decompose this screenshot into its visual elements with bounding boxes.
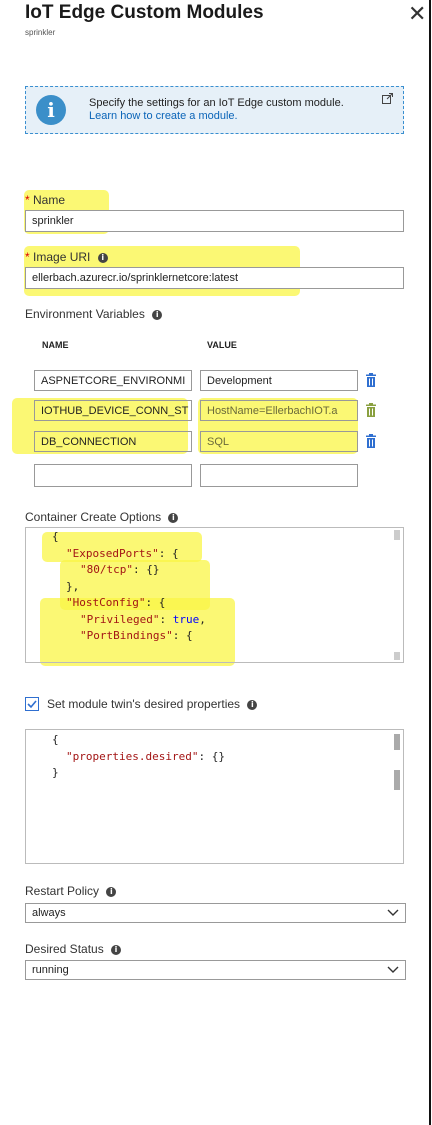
twin-checkbox-label-text: Set module twin's desired properties	[47, 697, 241, 711]
code-line: "PortBindings": {	[80, 629, 193, 642]
json-punct: {	[52, 733, 59, 746]
info-text: Specify the settings for an IoT Edge cus…	[89, 97, 344, 123]
trash-icon[interactable]	[365, 434, 377, 448]
json-punct: :	[159, 612, 173, 626]
json-punct: : {	[158, 546, 179, 560]
json-key: "80/tcp"	[80, 563, 133, 576]
name-input[interactable]: sprinkler	[25, 210, 404, 232]
required-mark: *	[25, 250, 30, 264]
json-key: "ExposedPorts"	[66, 546, 159, 560]
code-line: "80/tcp": {}	[80, 563, 159, 576]
code-line: {	[52, 530, 59, 543]
json-punct: : {	[145, 596, 166, 609]
env-value-input[interactable]: Development	[200, 370, 358, 391]
restart-policy-value: always	[32, 907, 66, 919]
env-vars-label: Environment Variables i	[25, 307, 163, 321]
env-value-input[interactable]: HostName=EllerbachIOT.a	[200, 400, 358, 421]
checkmark-icon	[27, 700, 37, 709]
json-punct: : {}	[132, 563, 160, 576]
env-value-input[interactable]: SQL	[200, 431, 358, 452]
twin-checkbox-label: Set module twin's desired properties i	[47, 697, 258, 711]
info-tooltip-icon[interactable]: i	[106, 886, 117, 897]
info-icon: i	[36, 95, 66, 125]
json-punct: : {}	[198, 749, 225, 763]
restart-policy-select[interactable]: always	[25, 903, 406, 923]
env-name-input[interactable]: ASPNETCORE_ENVIRONMI	[34, 370, 192, 391]
json-key: "HostConfig"	[66, 596, 146, 609]
container-options-label-text: Container Create Options	[25, 510, 162, 524]
info-tooltip-icon[interactable]: i	[97, 252, 108, 263]
editor-scrollbar-thumb[interactable]	[394, 770, 400, 790]
json-punct: ,	[199, 612, 206, 626]
code-line: "HostConfig": {	[66, 596, 165, 609]
info-tooltip-icon[interactable]: i	[152, 309, 163, 320]
name-label-text: Name	[33, 193, 66, 207]
blade-title: IoT Edge Custom Modules	[25, 2, 264, 23]
required-mark: *	[25, 193, 30, 207]
json-key: "properties.desired"	[66, 749, 199, 763]
info-description: Specify the settings for an IoT Edge cus…	[89, 97, 344, 109]
container-options-label: Container Create Options i	[25, 510, 179, 524]
code-line: {	[52, 733, 59, 746]
blade-right-border	[429, 0, 431, 1125]
learn-more-link[interactable]: Learn how to create a module.	[89, 110, 344, 123]
external-link-icon[interactable]	[382, 93, 393, 104]
restart-policy-label: Restart Policy i	[25, 884, 117, 898]
info-banner: i Specify the settings for an IoT Edge c…	[25, 86, 404, 134]
json-key: "Privileged"	[80, 612, 160, 626]
json-punct: },	[66, 579, 80, 593]
chevron-down-icon	[387, 966, 399, 973]
env-col-name: NAME	[42, 340, 69, 350]
env-name-input[interactable]: IOTHUB_DEVICE_CONN_ST	[34, 400, 192, 421]
info-tooltip-icon[interactable]: i	[111, 944, 122, 955]
desired-status-value: running	[32, 964, 69, 976]
image-uri-input[interactable]: ellerbach.azurecr.io/sprinklernetcore:la…	[25, 267, 404, 289]
info-tooltip-icon[interactable]: i	[168, 512, 179, 523]
json-punct: }	[52, 766, 59, 779]
trash-icon[interactable]	[365, 403, 377, 417]
code-line: }	[52, 766, 59, 779]
env-col-value: VALUE	[207, 340, 237, 350]
code-line: },	[66, 580, 79, 593]
code-line: "ExposedPorts": {	[66, 547, 179, 560]
desired-status-select[interactable]: running	[25, 960, 406, 980]
code-line: "Privileged": true,	[80, 613, 206, 626]
image-uri-label-text: Image URI	[33, 250, 91, 264]
env-name-input[interactable]: DB_CONNECTION	[34, 431, 192, 452]
blade-subtitle: sprinkler	[25, 28, 56, 37]
env-name-input-empty[interactable]	[34, 464, 192, 487]
json-key: "PortBindings"	[80, 629, 173, 642]
image-uri-label: * Image URI i	[25, 250, 108, 264]
json-punct: : {	[172, 629, 193, 642]
json-value: true	[172, 612, 200, 626]
info-tooltip-icon[interactable]: i	[247, 699, 258, 710]
env-vars-label-text: Environment Variables	[25, 307, 145, 321]
editor-scrollbar-bottom[interactable]	[394, 652, 400, 660]
editor-scrollbar-thumb[interactable]	[394, 734, 400, 750]
env-value-input-empty[interactable]	[200, 464, 358, 487]
editor-scrollbar-top[interactable]	[394, 530, 400, 540]
trash-icon[interactable]	[365, 373, 377, 387]
chevron-down-icon	[387, 909, 399, 916]
desired-status-label: Desired Status i	[25, 942, 122, 956]
restart-policy-label-text: Restart Policy	[25, 884, 100, 898]
desired-status-label-text: Desired Status	[25, 942, 104, 956]
close-icon[interactable]: ✕	[408, 3, 426, 25]
name-label: * Name	[25, 193, 65, 207]
json-punct: {	[52, 530, 59, 543]
twin-checkbox[interactable]	[25, 697, 39, 711]
code-line: "properties.desired": {}	[66, 750, 225, 763]
